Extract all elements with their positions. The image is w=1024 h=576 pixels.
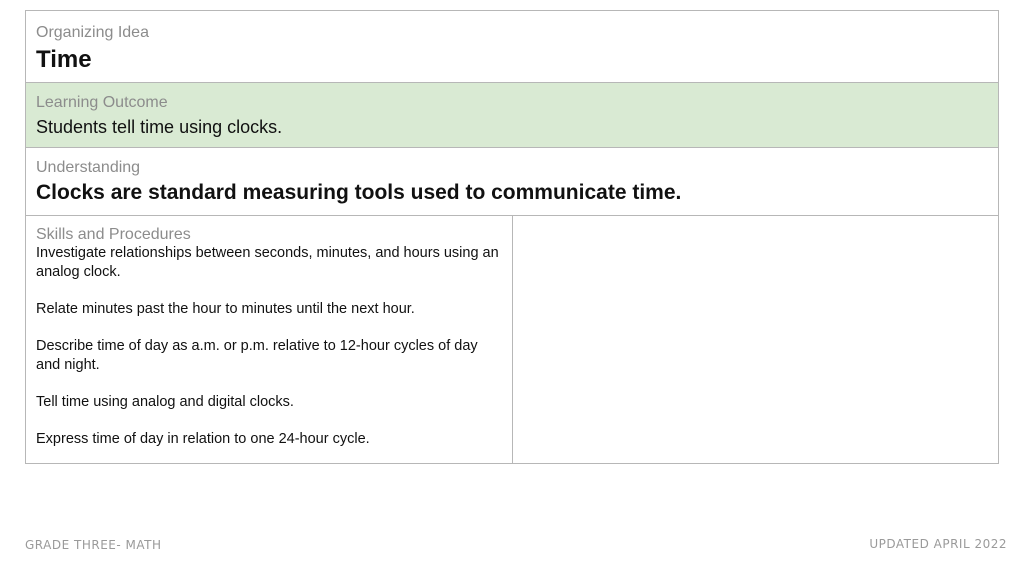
learning-outcome-value: Students tell time using clocks.: [36, 117, 283, 137]
skill-item: Investigate relationships between second…: [36, 245, 499, 280]
footer-grade-label: GRADE THREE- MATH: [25, 538, 162, 552]
skill-item: Relate minutes past the hour to minutes …: [36, 301, 415, 317]
understanding-label: Understanding: [36, 159, 141, 176]
learning-outcome-row: Learning Outcome Students tell time usin…: [26, 83, 998, 148]
skills-label: Skills and Procedures: [36, 226, 191, 243]
organizing-idea-value: Time: [36, 46, 92, 73]
skill-item: Tell time using analog and digital clock…: [36, 394, 294, 410]
learning-outcome-label: Learning Outcome: [36, 94, 168, 111]
understanding-row: Understanding Clocks are standard measur…: [26, 148, 998, 216]
empty-cell: [513, 216, 998, 463]
organizing-idea-label: Organizing Idea: [36, 24, 149, 41]
footer-updated-label: UPDATED APRIL 2022: [869, 537, 1007, 551]
curriculum-table: Organizing Idea Time Learning Outcome St…: [25, 10, 999, 464]
understanding-value: Clocks are standard measuring tools used…: [36, 181, 682, 204]
skills-cell: Skills and Procedures Investigate relati…: [26, 216, 513, 463]
skill-item: Describe time of day as a.m. or p.m. rel…: [36, 338, 478, 373]
skill-item: Express time of day in relation to one 2…: [36, 431, 370, 447]
organizing-idea-row: Organizing Idea Time: [26, 11, 998, 83]
skills-row: Skills and Procedures Investigate relati…: [26, 216, 998, 463]
